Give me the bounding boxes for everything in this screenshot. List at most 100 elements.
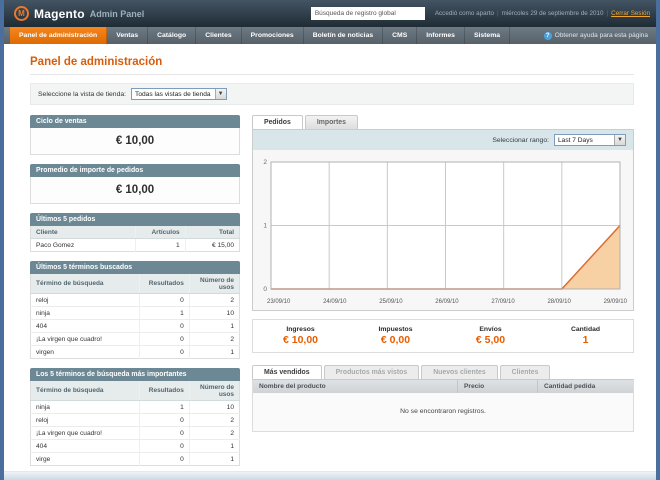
table-row[interactable]: reloj 0 2 — [30, 293, 240, 307]
stat-ingresos: Ingresos € 10,00 — [282, 326, 319, 346]
lifetime-sales-value: € 10,00 — [30, 128, 240, 155]
page-title: Panel de administración — [30, 56, 163, 68]
average-orders-title: Promedio de importe de pedidos — [30, 164, 240, 177]
current-date: miércoles 29 de septiembre de 2010 — [501, 10, 604, 17]
col-nombre-producto: Nombre del producto — [253, 380, 458, 393]
x-tick-label: 28/09/10 — [547, 299, 571, 305]
table-row[interactable]: virgen 0 1 — [31, 345, 240, 359]
header: M Magento Admin Panel Accedió como apart… — [0, 0, 660, 27]
orders-chart-panel: Seleccionar rango: Last 7 Days ▼ 0 1 2 23/… — [252, 129, 634, 311]
orders-chart: 0 1 2 23/09/10 24/09/10 25/09/10 26/09/10 27/0… — [253, 150, 633, 310]
table-row[interactable]: ninja 1 10 — [30, 400, 240, 414]
window-edge-right — [656, 0, 660, 480]
store-view-select[interactable]: Todas las vistas de tienda ▼ — [131, 88, 227, 100]
brand-subtitle: Admin Panel — [89, 8, 145, 19]
x-tick-label: 23/09/10 — [267, 299, 291, 305]
table-row[interactable]: ¡La virgen que cuadro! 0 2 — [30, 332, 240, 346]
last-search-terms-panel: Últimos 5 términos buscados Término de b… — [30, 261, 240, 359]
main-nav: Panel de administración Ventas Catálogo … — [0, 27, 660, 44]
tab-mas-vendidos[interactable]: Más vendidos — [252, 365, 322, 379]
brand-title: Magento — [34, 6, 85, 21]
nav-item-clientes[interactable]: Clientes — [196, 27, 242, 44]
stat-envios: Envíos € 5,00 — [475, 326, 506, 346]
tab-nuevos-clientes[interactable]: Nuevos clientes — [421, 365, 498, 379]
range-select[interactable]: Last 7 Days ▼ — [554, 134, 626, 146]
store-view-label: Seleccione la vista de tienda: — [38, 90, 127, 98]
bottom-status-bar — [4, 471, 656, 480]
nav-item-informes[interactable]: Informes — [417, 27, 465, 44]
window-edge-left — [0, 0, 4, 480]
col-cliente: Cliente — [30, 226, 135, 239]
col-termino: Término de búsqueda — [30, 381, 140, 401]
chart-x-axis: 23/09/10 24/09/10 25/09/10 26/09/10 27/09/10… — [257, 298, 627, 308]
col-articulos: Artículos — [134, 226, 186, 239]
logout-link[interactable]: Cerrar Sesión — [611, 10, 650, 17]
last-search-terms-title: Últimos 5 términos buscados — [30, 261, 240, 274]
help-label: Obtener ayuda para esta página — [554, 32, 648, 39]
chevron-down-icon: ▼ — [214, 89, 226, 99]
lifetime-sales-title: Ciclo de ventas — [30, 115, 240, 128]
order-items: 1 — [134, 238, 186, 252]
nav-item-cms[interactable]: CMS — [383, 27, 418, 44]
average-orders-value: € 10,00 — [30, 177, 240, 204]
col-usos: Número de usos — [188, 274, 240, 294]
x-tick-label: 29/09/10 — [603, 299, 627, 305]
tab-importes[interactable]: Importes — [304, 115, 358, 129]
nav-item-ventas[interactable]: Ventas — [107, 27, 149, 44]
help-icon: ? — [543, 31, 552, 40]
nav-item-catalogo[interactable]: Catálogo — [148, 27, 197, 44]
help-link[interactable]: ? Obtener ayuda para esta página — [543, 27, 660, 44]
svg-text:0: 0 — [263, 286, 267, 293]
last-orders-panel: Últimos 5 pedidos Cliente Artículos Tota… — [30, 213, 240, 252]
table-row[interactable]: 404 0 1 — [30, 319, 240, 333]
last-orders-title: Últimos 5 pedidos — [30, 213, 240, 226]
lifetime-sales-panel: Ciclo de ventas € 10,00 — [30, 115, 240, 155]
svg-text:1: 1 — [263, 223, 267, 230]
tab-productos-mas-vistos[interactable]: Productos más vistos — [323, 365, 420, 379]
order-total: € 15,00 — [184, 238, 240, 252]
col-resultados: Resultados — [138, 274, 190, 294]
col-cantidad-pedida: Cantidad pedida — [544, 383, 596, 390]
order-customer: Paco Gomez — [36, 241, 75, 249]
col-termino: Término de búsqueda — [30, 274, 140, 294]
tab-clientes[interactable]: Clientes — [499, 365, 551, 379]
x-tick-label: 26/09/10 — [435, 299, 459, 305]
col-usos: Número de usos — [188, 381, 240, 401]
range-bar: Seleccionar rango: Last 7 Days ▼ — [253, 130, 633, 150]
nav-item-dashboard[interactable]: Panel de administración — [10, 27, 108, 44]
average-orders-panel: Promedio de importe de pedidos € 10,00 — [30, 164, 240, 204]
products-tabs: Más vendidos Productos más vistos Nuevos… — [252, 365, 634, 379]
col-resultados: Resultados — [138, 381, 190, 401]
dashboard-left-column: Ciclo de ventas € 10,00 Promedio de impo… — [30, 115, 240, 475]
global-search-input[interactable] — [310, 7, 425, 20]
x-tick-label: 25/09/10 — [379, 299, 403, 305]
nav-item-promociones[interactable]: Promociones — [242, 27, 304, 44]
empty-records-message: No se encontraron registros. — [253, 393, 633, 431]
table-row[interactable]: Paco Gomez 1 € 15,00 — [31, 238, 240, 252]
top-search-terms-title: Los 5 términos de búsqueda más important… — [30, 368, 240, 381]
tab-pedidos[interactable]: Pedidos — [252, 115, 303, 129]
col-total: Total — [184, 226, 240, 239]
dashboard-right-column: Pedidos Importes Seleccionar rango: Last… — [252, 115, 634, 432]
store-view-bar: Seleccione la vista de tienda: Todas las… — [30, 83, 634, 105]
session-info: Accedió como aparto | miércoles 29 de sept… — [434, 10, 650, 17]
table-row[interactable]: ¡La virgen que cuadro! 0 2 — [30, 426, 240, 440]
x-tick-label: 27/09/10 — [491, 299, 515, 305]
table-row[interactable]: 404 0 1 — [30, 439, 240, 453]
col-precio: Precio — [458, 380, 538, 393]
nav-item-sistema[interactable]: Sistema — [465, 27, 511, 44]
range-value: Last 7 Days — [558, 136, 593, 144]
table-row[interactable]: ninja 1 10 — [30, 306, 240, 320]
stat-cantidad: Cantidad 1 — [570, 326, 601, 346]
nav-item-boletin[interactable]: Boletín de noticias — [304, 27, 384, 44]
x-tick-label: 24/09/10 — [323, 299, 347, 305]
chart-tabs: Pedidos Importes — [252, 115, 634, 129]
bestsellers-table: Nombre del producto Precio Cantidad pedi… — [252, 379, 634, 432]
logged-in-text: Accedió como aparto — [434, 10, 494, 17]
top-search-terms-panel: Los 5 términos de búsqueda más important… — [30, 368, 240, 466]
table-row[interactable]: virge 0 1 — [31, 452, 240, 466]
store-view-value: Todas las vistas de tienda — [135, 90, 211, 98]
chevron-down-icon: ▼ — [614, 135, 625, 145]
table-row[interactable]: reloj 0 2 — [30, 413, 240, 427]
stat-impuestos: Impuestos € 0,00 — [378, 326, 413, 346]
